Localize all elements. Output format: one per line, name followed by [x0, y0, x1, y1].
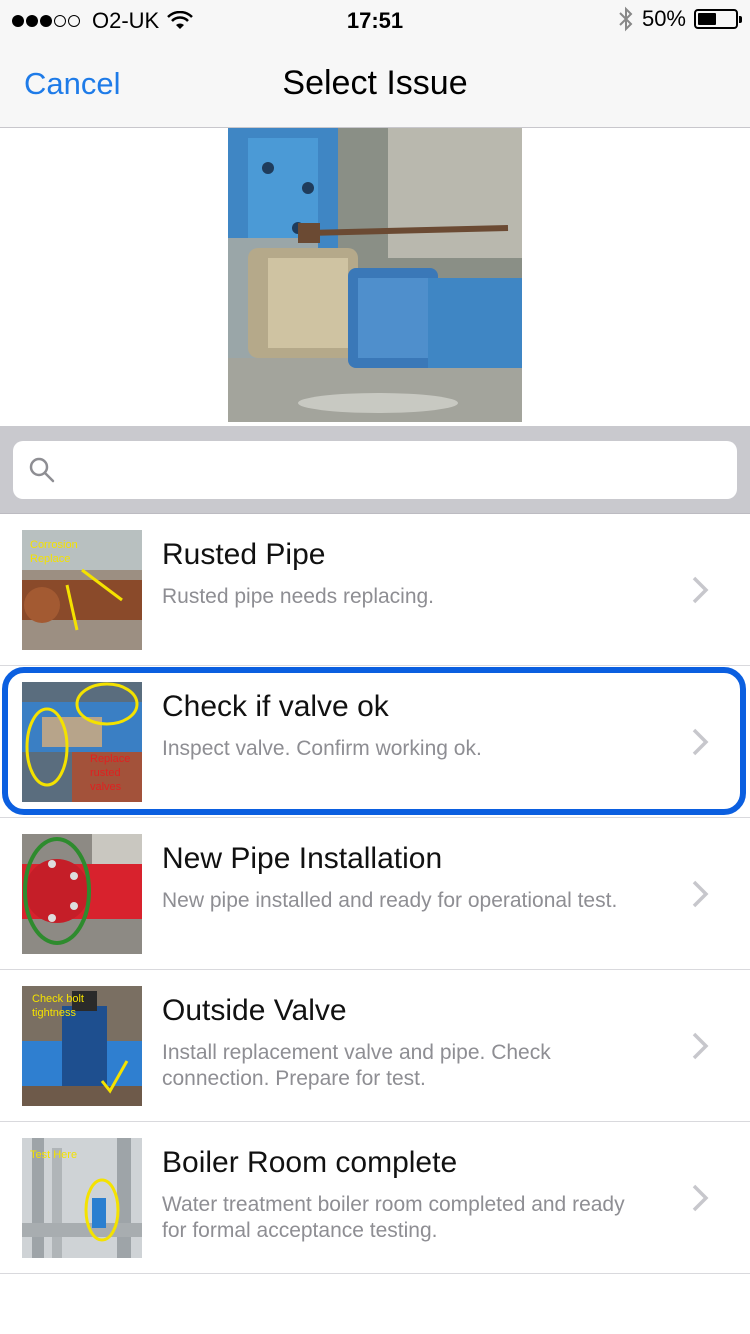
svg-text:rusted: rusted	[90, 767, 121, 779]
issue-title: New Pipe Installation	[162, 842, 443, 875]
svg-text:Corrosion: Corrosion	[30, 539, 78, 551]
issue-thumbnail: Replace rusted valves	[22, 682, 142, 802]
issue-subtitle: Water treatment boiler room completed an…	[162, 1193, 625, 1242]
svg-text:Test Here: Test Here	[30, 1149, 77, 1161]
svg-text:Replace: Replace	[30, 553, 70, 565]
page-title: Select Issue	[282, 64, 468, 102]
chevron-right-icon	[692, 1184, 709, 1212]
issue-row-new-pipe-installation[interactable]: New Pipe Installation New pipe installed…	[0, 818, 750, 970]
issue-subtitle: Inspect valve. Confirm working ok.	[162, 737, 482, 760]
issue-row-rusted-pipe[interactable]: Corrosion Replace Rusted Pipe Rusted pip…	[0, 514, 750, 666]
issue-subtitle: Rusted pipe needs replacing.	[162, 585, 435, 608]
navigation-bar: Cancel Select Issue	[0, 40, 750, 128]
status-right: 50%	[618, 6, 742, 32]
battery-icon	[694, 9, 742, 29]
issue-thumbnail	[22, 834, 142, 954]
svg-text:Check bolt: Check bolt	[32, 993, 84, 1005]
issue-subtitle: Install replacement valve and pipe. Chec…	[162, 1041, 551, 1090]
svg-text:valves: valves	[90, 781, 122, 793]
chevron-right-icon	[692, 880, 709, 908]
chevron-right-icon	[692, 1032, 709, 1060]
issue-row-boiler-room[interactable]: Test Here Boiler Room complete Water tre…	[0, 1122, 750, 1274]
chevron-right-icon	[692, 576, 709, 604]
chevron-right-icon	[692, 728, 709, 756]
svg-text:Replace: Replace	[90, 753, 130, 765]
issue-row-check-valve[interactable]: Replace rusted valves Check if valve ok …	[0, 666, 750, 818]
issue-thumbnail: Corrosion Replace	[22, 530, 142, 650]
svg-text:tightness: tightness	[32, 1007, 77, 1019]
issue-list: Corrosion Replace Rusted Pipe Rusted pip…	[0, 514, 750, 1274]
issue-thumbnail: Check bolt tightness	[22, 986, 142, 1106]
battery-percentage: 50%	[641, 6, 686, 31]
search-bar	[0, 426, 750, 514]
issue-photo	[228, 128, 522, 422]
status-bar: O2-UK 17:51 50%	[0, 0, 750, 40]
search-input[interactable]	[65, 441, 719, 501]
issue-subtitle: New pipe installed and ready for operati…	[162, 889, 618, 912]
search-field[interactable]	[13, 441, 737, 501]
issue-title: Boiler Room complete	[162, 1146, 458, 1179]
issue-title: Rusted Pipe	[162, 538, 326, 571]
issue-title: Outside Valve	[162, 994, 347, 1027]
issue-row-outside-valve[interactable]: Check bolt tightness Outside Valve Insta…	[0, 970, 750, 1122]
search-icon	[29, 457, 55, 483]
issue-title: Check if valve ok	[162, 690, 389, 723]
bluetooth-icon	[619, 6, 633, 32]
issue-thumbnail: Test Here	[22, 1138, 142, 1258]
